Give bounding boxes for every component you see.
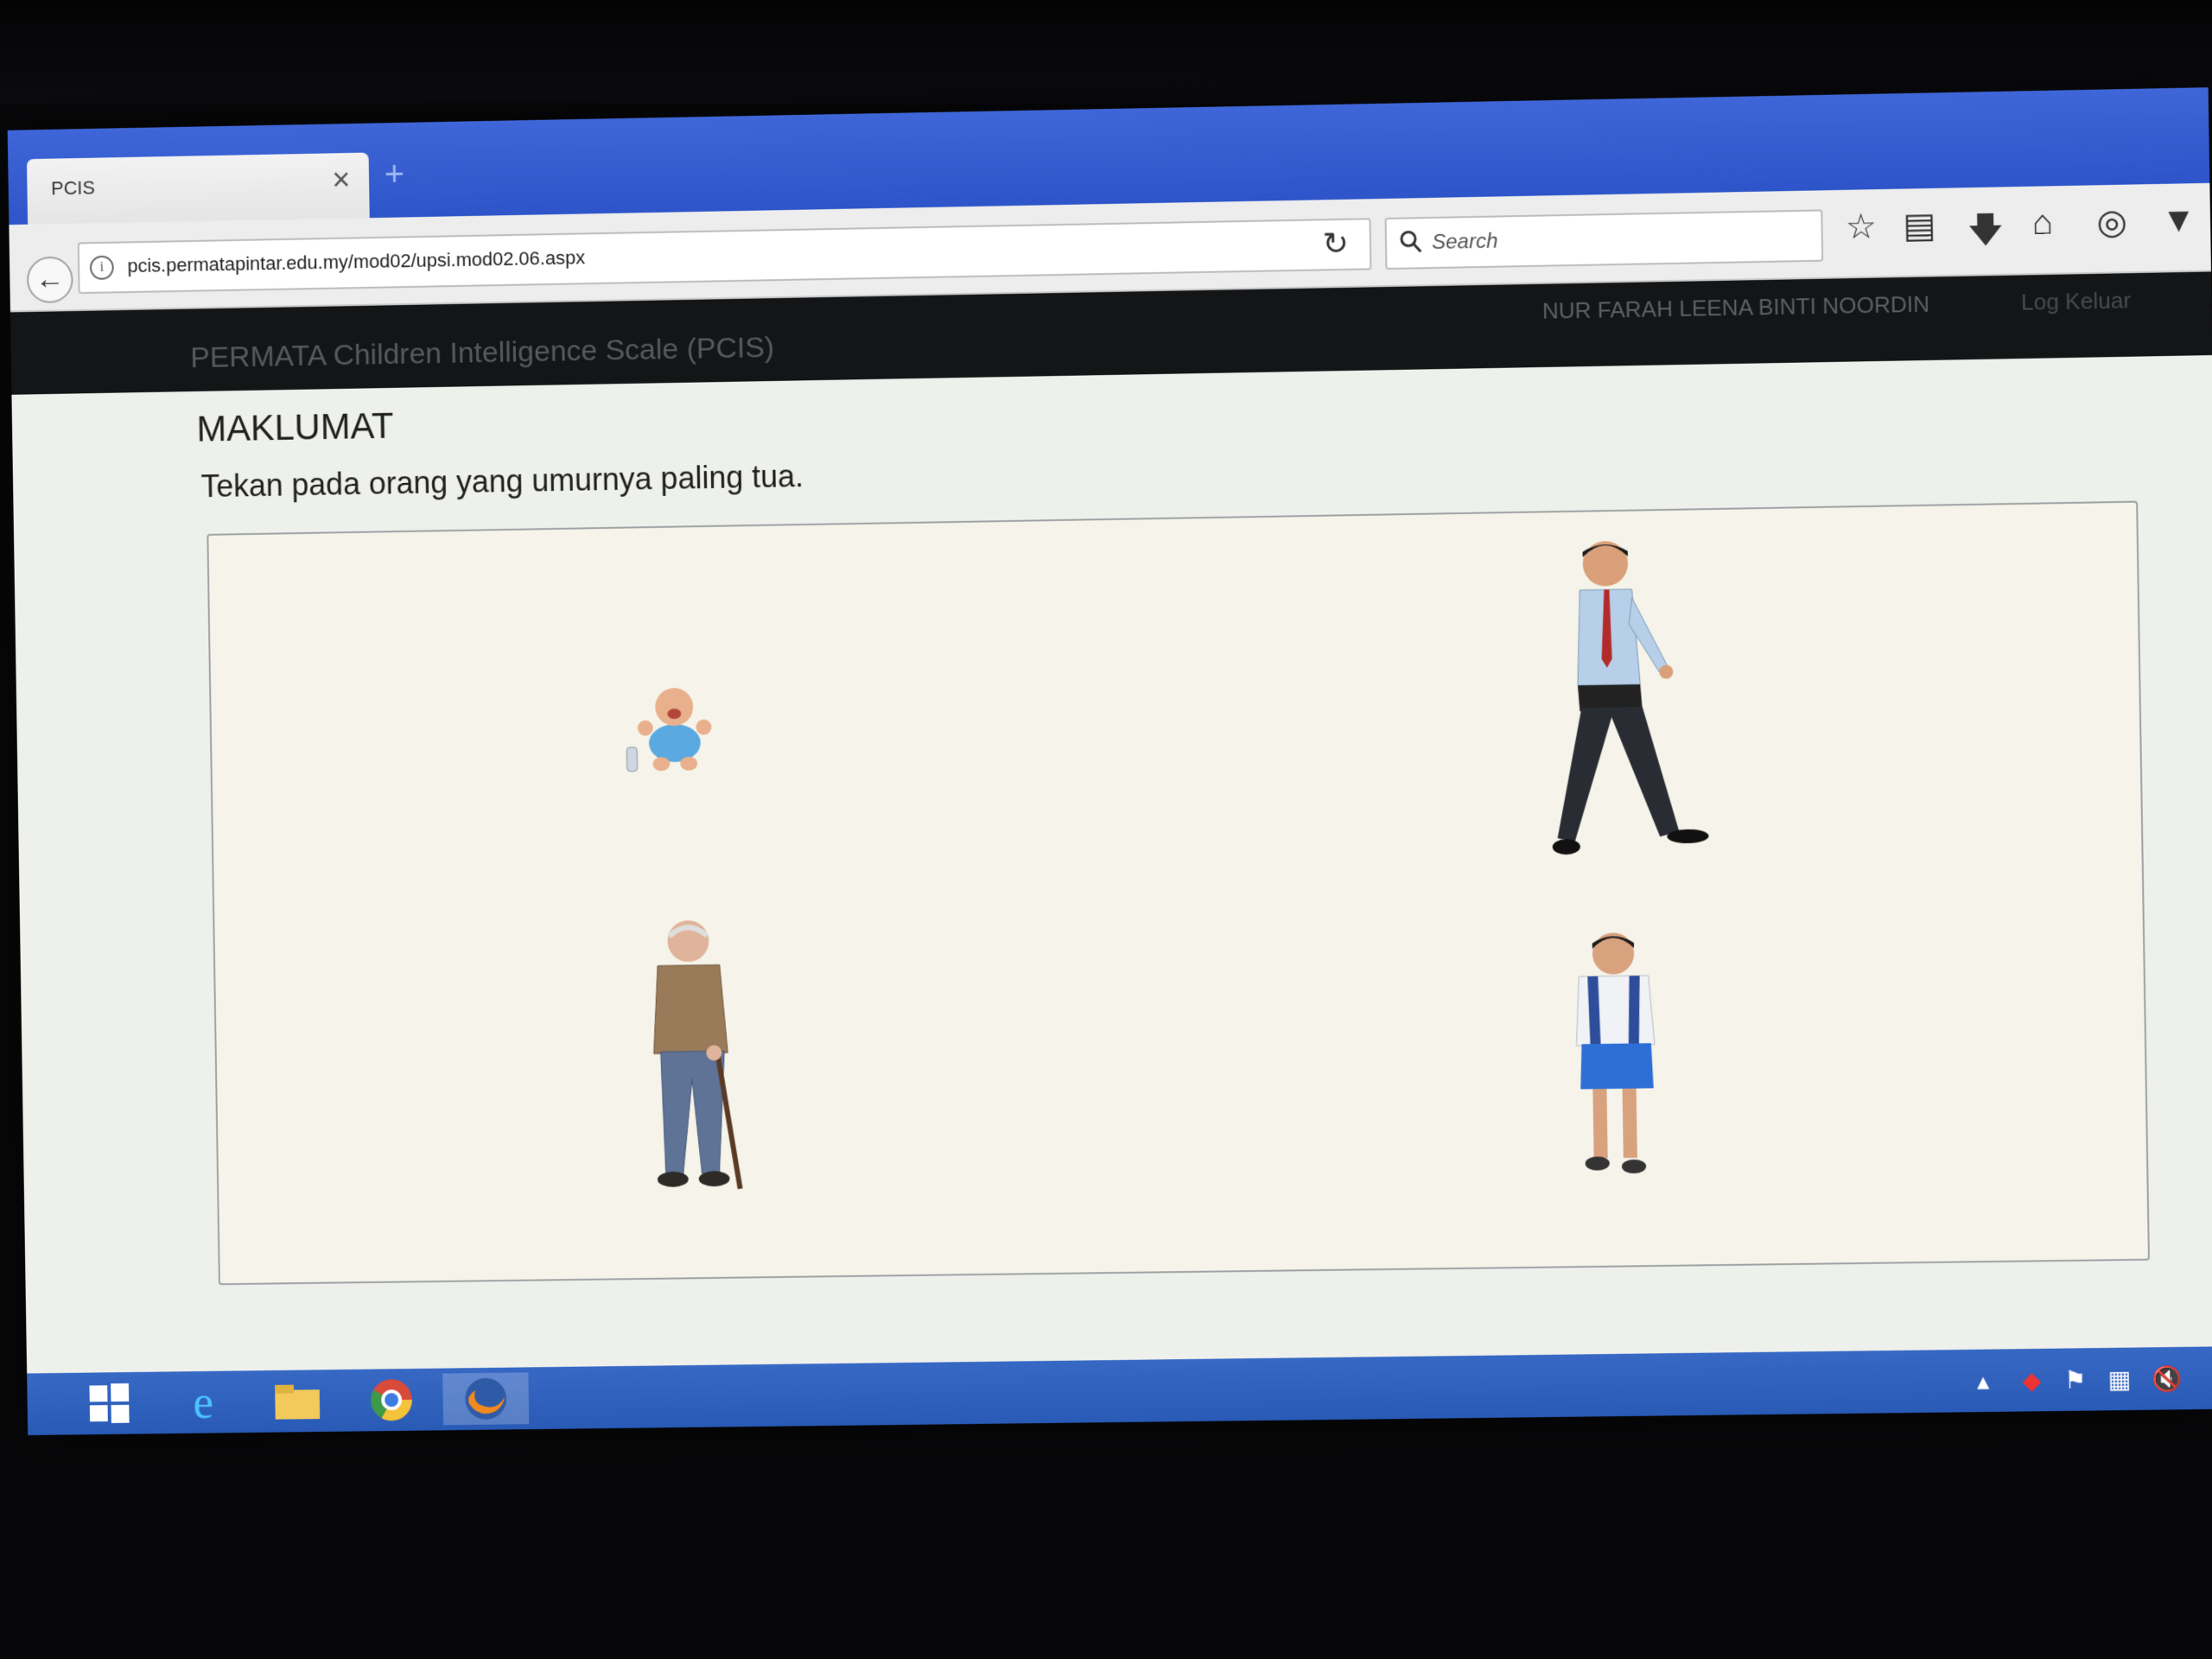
internet-explorer-icon[interactable]: e xyxy=(160,1376,246,1428)
tab-title: PCIS xyxy=(50,176,96,200)
url-text[interactable]: pcis.permatapintar.edu.my/mod02/upsi.mod… xyxy=(127,246,585,277)
bookmark-star-icon[interactable]: ☆ xyxy=(1845,207,1877,247)
user-name: NUR FARAH LEENA BINTI NOORDIN xyxy=(1541,290,1930,324)
home-icon[interactable]: ⌂ xyxy=(2031,203,2053,243)
info-icon[interactable]: i xyxy=(89,255,114,280)
reading-list-icon[interactable]: ▤ xyxy=(1903,206,1936,246)
search-input[interactable]: Search xyxy=(1384,209,1824,270)
browser-tab[interactable]: PCIS × xyxy=(26,152,370,228)
antivirus-icon[interactable]: ◆ xyxy=(2022,1366,2041,1395)
stimulus-panel xyxy=(207,500,2150,1286)
firefox-icon[interactable] xyxy=(442,1372,530,1426)
windows-start-icon[interactable] xyxy=(67,1377,153,1430)
action-center-flag-icon[interactable]: ⚑ xyxy=(2064,1365,2087,1394)
download-icon[interactable]: 🡇 xyxy=(1967,204,2005,264)
back-icon[interactable]: ← xyxy=(26,256,73,304)
schoolboy-figure[interactable] xyxy=(1559,926,1675,1188)
app-title[interactable]: PERMATA Children Intelligence Scale (PCI… xyxy=(190,331,774,375)
section-title: MAKLUMAT xyxy=(196,404,394,449)
main-content: MAKLUMAT Tekan pada orang yang umurnya p… xyxy=(11,355,2212,1374)
instruction-text: Tekan pada orang yang umurnya paling tua… xyxy=(200,458,804,505)
logout-link[interactable]: Log Keluar xyxy=(2021,287,2132,315)
monitor-bezel xyxy=(0,0,2212,104)
tray-expand-icon[interactable]: ▴ xyxy=(1977,1367,1990,1395)
tab-close-icon[interactable]: × xyxy=(332,162,350,198)
baby-figure[interactable] xyxy=(622,673,727,779)
file-explorer-icon[interactable] xyxy=(254,1375,340,1427)
volume-muted-icon[interactable]: 🔇 xyxy=(2152,1364,2183,1394)
chrome-icon[interactable] xyxy=(348,1374,435,1427)
elderly-man-figure[interactable] xyxy=(626,914,759,1200)
url-bar[interactable]: i pcis.permatapintar.edu.my/mod02/upsi.m… xyxy=(77,218,1372,295)
sync-icon[interactable]: ◎ xyxy=(2096,202,2127,243)
man-figure[interactable] xyxy=(1544,536,1723,868)
search-icon xyxy=(1399,229,1424,256)
new-tab-icon[interactable]: + xyxy=(384,156,404,194)
pocket-icon[interactable]: ▼ xyxy=(2161,200,2196,240)
search-placeholder: Search xyxy=(1431,229,1498,255)
reload-icon[interactable]: ↻ xyxy=(1322,226,1349,263)
network-icon[interactable]: ▦ xyxy=(2107,1365,2131,1395)
screen: PCIS × + ← i pcis.permatapintar.edu.my/m… xyxy=(7,87,2212,1436)
